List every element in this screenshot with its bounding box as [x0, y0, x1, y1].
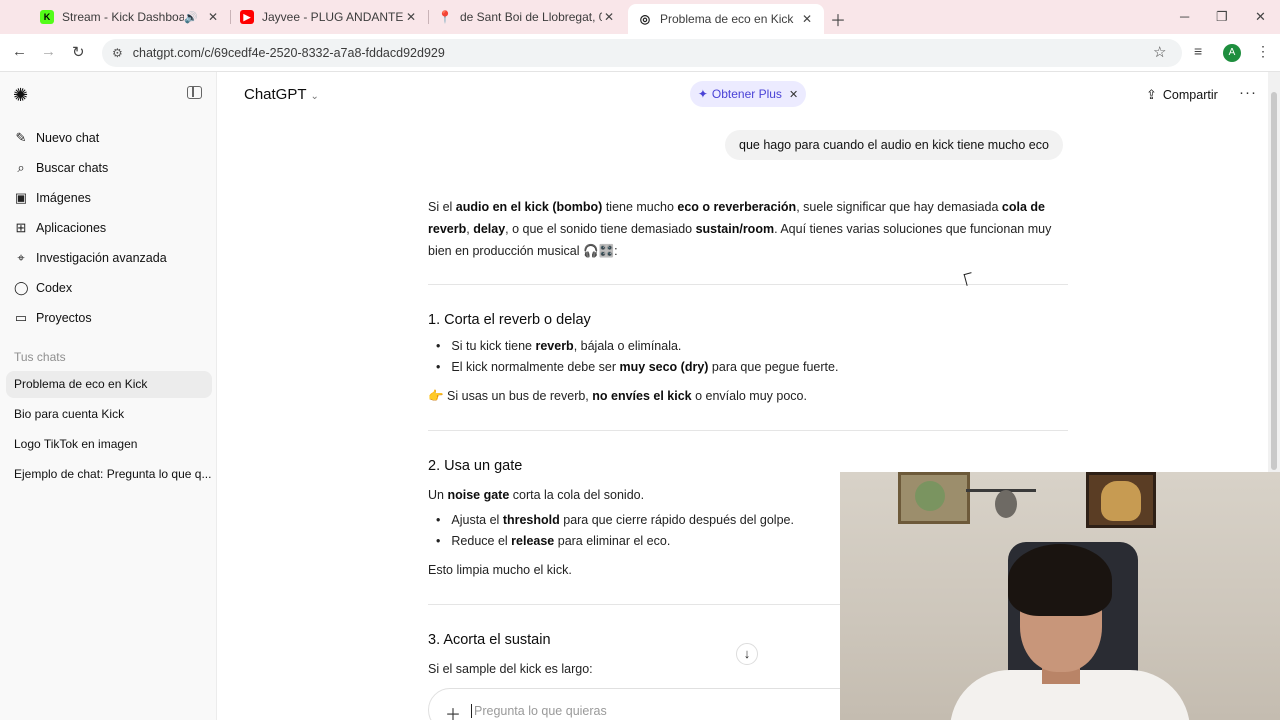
model-name: ChatGPT	[244, 86, 307, 103]
search-icon: ⌕	[17, 160, 25, 175]
sidebar: ✺ ✎ Nuevo chat ⌕ Buscar chats ▣ Imágenes…	[0, 72, 217, 720]
sidebar-item-proyectos[interactable]: ▭ Proyectos	[8, 304, 208, 332]
close-tab-icon[interactable]: ✕	[206, 10, 220, 24]
chat-history-item[interactable]: Problema de eco en Kick	[6, 371, 212, 398]
bookmark-star-icon[interactable]: ☆	[1153, 43, 1166, 61]
wall-shelf	[966, 474, 1036, 492]
back-icon[interactable]: ←	[12, 43, 27, 60]
image-icon: ▣	[14, 190, 28, 205]
section-heading: 1. Corta el reverb o delay	[428, 312, 591, 328]
chat-history-item[interactable]: Logo TikTok en imagen	[6, 431, 212, 458]
scroll-down-button[interactable]: ↓	[736, 643, 758, 665]
telescope-icon: ⌖	[17, 250, 25, 265]
sparkle-icon: ✦	[697, 87, 708, 101]
new-tab-icon[interactable]: ＋	[830, 7, 846, 31]
tab-title: de Sant Boi de Llobregat, 08830	[460, 10, 602, 24]
chat-history-item[interactable]: Ejemplo de chat: Pregunta lo que q...	[6, 461, 212, 488]
wall-painting	[1086, 472, 1156, 528]
forward-icon[interactable]: →	[41, 43, 56, 60]
more-options-icon[interactable]: ···	[1239, 84, 1257, 101]
codex-icon: ◯	[14, 280, 29, 295]
share-button[interactable]: ⇪ Compartir	[1146, 87, 1218, 103]
sidebar-item-imagenes[interactable]: ▣ Imágenes	[8, 184, 208, 212]
folder-icon: ▭	[14, 310, 28, 325]
sidebar-item-label: Investigación avanzada	[36, 251, 167, 265]
sidebar-item-label: Aplicaciones	[36, 221, 107, 235]
media-controls-icon[interactable]: ≡	[1194, 43, 1202, 59]
assistant-intro-paragraph: Si el audio en el kick (bombo) tiene muc…	[428, 200, 1052, 258]
sidebar-item-label: Nuevo chat	[36, 131, 100, 145]
get-plus-label: Obtener Plus	[711, 87, 782, 101]
paragraph: Si el sample del kick es largo:	[428, 662, 593, 676]
sidebar-item-label: Codex	[36, 281, 73, 295]
list-item: Si tu kick tiene reverb, bájala o elimín…	[436, 339, 681, 353]
sidebar-item-label: Buscar chats	[36, 161, 109, 175]
get-plus-button[interactable]: ✦ Obtener Plus ✕	[690, 81, 806, 107]
list-item: Ajusta el threshold para que cierre rápi…	[436, 513, 794, 527]
sidebar-item-investigacion[interactable]: ⌖ Investigación avanzada	[8, 244, 208, 272]
browser-tab-chatgpt[interactable]: ◎ Problema de eco en Kick ✕	[628, 4, 824, 34]
apps-icon: ⊞	[15, 220, 27, 235]
section-heading: 3. Acorta el sustain	[428, 632, 551, 648]
chat-history-item[interactable]: Bio para cuenta Kick	[6, 401, 212, 428]
browser-tab-bar: K Stream - Kick Dashboard 🔊 ✕ ▶ Jayvee -…	[0, 0, 1280, 34]
minimize-icon[interactable]: ─	[1180, 9, 1189, 24]
close-tab-icon[interactable]: ✕	[602, 10, 616, 24]
user-message: que hago para cuando el audio en kick ti…	[725, 130, 1063, 160]
share-icon: ⇪	[1146, 87, 1157, 102]
tip-line: 👉 Si usas un bus de reverb, no envíes el…	[428, 389, 807, 403]
youtube-favicon-icon: ▶	[240, 10, 254, 24]
close-tab-icon[interactable]: ✕	[404, 10, 418, 24]
browser-tab-youtube[interactable]: ▶ Jayvee - PLUG ANDANTE - YouTube ✕	[230, 4, 428, 30]
divider	[428, 430, 1068, 431]
list-item: El kick normalmente debe ser muy seco (d…	[436, 360, 838, 374]
list-item: Reduce el release para eliminar el eco.	[436, 534, 670, 548]
section-label-tus-chats: Tus chats	[14, 350, 66, 364]
section-heading: 2. Usa un gate	[428, 458, 523, 474]
site-info-icon[interactable]: ⚙	[112, 46, 123, 60]
page-scrollbar[interactable]	[1268, 72, 1280, 472]
tab-title: Stream - Kick Dashboard	[62, 10, 185, 24]
speaker-icon[interactable]: 🔊	[184, 11, 198, 24]
chevron-down-icon: ⌄	[310, 91, 319, 102]
browser-tab-kick[interactable]: K Stream - Kick Dashboard 🔊 ✕	[30, 4, 230, 30]
openai-favicon-icon: ◎	[639, 12, 651, 26]
wall-painting	[898, 472, 970, 524]
sidebar-item-buscar-chats[interactable]: ⌕ Buscar chats	[8, 154, 208, 182]
browser-toolbar: ← → ↻ ⚙ chatgpt.com/c/69cedf4e-2520-8332…	[0, 34, 1280, 72]
tab-title: Jayvee - PLUG ANDANTE - YouTube	[262, 10, 404, 24]
browser-menu-icon[interactable]: ⋮	[1256, 43, 1270, 60]
close-window-icon[interactable]: ✕	[1255, 9, 1266, 25]
person-hair	[1008, 544, 1112, 616]
shelf-figure	[995, 490, 1017, 518]
sidebar-item-label: Proyectos	[36, 311, 92, 325]
close-icon[interactable]: ✕	[789, 88, 798, 101]
reload-icon[interactable]: ↻	[72, 43, 85, 61]
sidebar-item-codex[interactable]: ◯ Codex	[8, 274, 208, 302]
url-text: chatgpt.com/c/69cedf4e-2520-8332-a7a8-fd…	[132, 46, 445, 60]
paragraph: Un noise gate corta la cola del sonido.	[428, 488, 645, 502]
kick-favicon-icon: K	[40, 10, 54, 24]
composer-input[interactable]: Pregunta lo que quieras	[471, 704, 607, 718]
profile-avatar[interactable]: A	[1223, 44, 1241, 62]
close-tab-icon[interactable]: ✕	[800, 12, 814, 26]
sidebar-item-nuevo-chat[interactable]: ✎ Nuevo chat	[8, 124, 208, 152]
openai-logo-icon[interactable]: ✺	[13, 85, 28, 106]
paragraph: Esto limpia mucho el kick.	[428, 563, 572, 577]
browser-tab-maps[interactable]: 📍 de Sant Boi de Llobregat, 08830 ✕	[428, 4, 626, 30]
address-bar[interactable]: ⚙ chatgpt.com/c/69cedf4e-2520-8332-a7a8-…	[102, 39, 1182, 67]
share-label: Compartir	[1162, 88, 1218, 102]
tab-title: Problema de eco en Kick	[660, 12, 794, 26]
webcam-overlay	[840, 472, 1280, 720]
maximize-icon[interactable]: ❐	[1216, 9, 1228, 25]
model-selector[interactable]: ChatGPT ⌄	[244, 86, 319, 103]
edit-icon: ✎	[15, 130, 27, 145]
sidebar-item-aplicaciones[interactable]: ⊞ Aplicaciones	[8, 214, 208, 242]
maps-pin-icon: 📍	[437, 10, 453, 24]
sidebar-toggle-icon[interactable]	[187, 86, 202, 99]
scrollbar-thumb[interactable]	[1271, 92, 1277, 470]
sidebar-item-label: Imágenes	[36, 191, 91, 205]
attach-plus-icon[interactable]: ＋	[445, 701, 461, 720]
